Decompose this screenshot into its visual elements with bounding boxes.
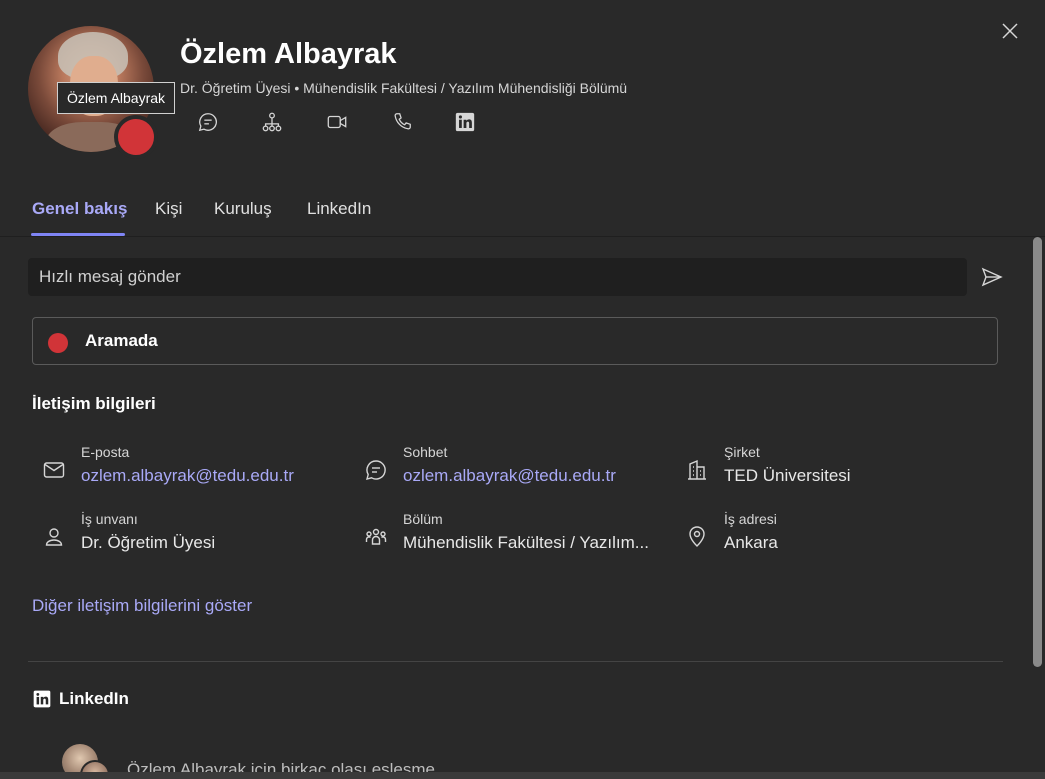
company-value: TED Üniversitesi bbox=[724, 466, 851, 485]
job-title-value: Dr. Öğretim Üyesi bbox=[81, 533, 216, 552]
status-card: Aramada bbox=[32, 317, 998, 365]
company-label: Şirket bbox=[724, 444, 760, 460]
close-button[interactable] bbox=[998, 19, 1022, 43]
location-icon bbox=[689, 526, 705, 547]
contact-section-title: İletişim bilgileri bbox=[32, 394, 156, 413]
tab-organization[interactable]: Kuruluş bbox=[214, 199, 272, 219]
show-more-contact-link[interactable]: Diğer iletişim bilgilerini göster bbox=[32, 596, 252, 616]
tab-bar: Genel bakış Kişi Kuruluş LinkedIn bbox=[0, 195, 1045, 237]
name-tooltip: Özlem Albayrak bbox=[57, 82, 176, 114]
work-address-label: İş adresi bbox=[724, 511, 777, 527]
bottom-edge bbox=[0, 772, 1045, 779]
mail-icon bbox=[43, 462, 65, 478]
audio-call-button[interactable] bbox=[390, 110, 414, 134]
org-chart-button[interactable] bbox=[260, 110, 284, 134]
active-tab-indicator bbox=[31, 233, 125, 236]
video-call-button[interactable] bbox=[325, 110, 349, 134]
linkedin-icon bbox=[455, 112, 475, 132]
profile-card: Özlem Albayrak Özlem Albayrak Dr. Öğreti… bbox=[0, 0, 1045, 779]
tab-linkedin[interactable]: LinkedIn bbox=[307, 199, 371, 219]
tab-overview[interactable]: Genel bakış bbox=[32, 199, 127, 219]
scrollbar-thumb[interactable] bbox=[1033, 237, 1042, 667]
linkedin-icon bbox=[33, 690, 51, 708]
person-icon bbox=[45, 528, 63, 546]
presence-status-dot bbox=[114, 115, 158, 159]
chat-icon bbox=[198, 113, 217, 132]
close-icon bbox=[1002, 23, 1018, 39]
chat-button[interactable] bbox=[196, 110, 220, 134]
send-button[interactable] bbox=[980, 265, 1004, 289]
chat-value[interactable]: ozlem.albayrak@tedu.edu.tr bbox=[403, 466, 616, 486]
phone-icon bbox=[394, 113, 411, 130]
linkedin-button[interactable] bbox=[453, 110, 477, 134]
send-icon bbox=[981, 267, 1003, 287]
department-value: Mühendislik Fakültesi / Yazılım... bbox=[403, 533, 649, 552]
job-title-label: İş unvanı bbox=[81, 511, 138, 527]
work-address-value: Ankara bbox=[724, 533, 778, 552]
person-subtitle: Dr. Öğretim Üyesi • Mühendislik Fakültes… bbox=[180, 80, 628, 96]
quick-message-input[interactable]: Hızlı mesaj gönder bbox=[28, 258, 967, 296]
department-label: Bölüm bbox=[403, 511, 443, 527]
email-value[interactable]: ozlem.albayrak@tedu.edu.tr bbox=[81, 466, 294, 486]
org-chart-icon bbox=[262, 112, 282, 132]
email-label: E-posta bbox=[81, 444, 130, 460]
person-name: Özlem Albayrak bbox=[180, 38, 397, 70]
status-label: Aramada bbox=[85, 331, 158, 350]
tab-person[interactable]: Kişi bbox=[155, 199, 182, 219]
chat-label: Sohbet bbox=[403, 444, 448, 460]
status-dot bbox=[48, 333, 68, 353]
section-divider bbox=[28, 661, 1003, 662]
people-icon bbox=[365, 528, 387, 545]
building-icon bbox=[688, 459, 706, 480]
linkedin-title-text: LinkedIn bbox=[59, 689, 129, 708]
video-call-icon bbox=[327, 115, 347, 129]
chat-icon bbox=[366, 460, 386, 480]
